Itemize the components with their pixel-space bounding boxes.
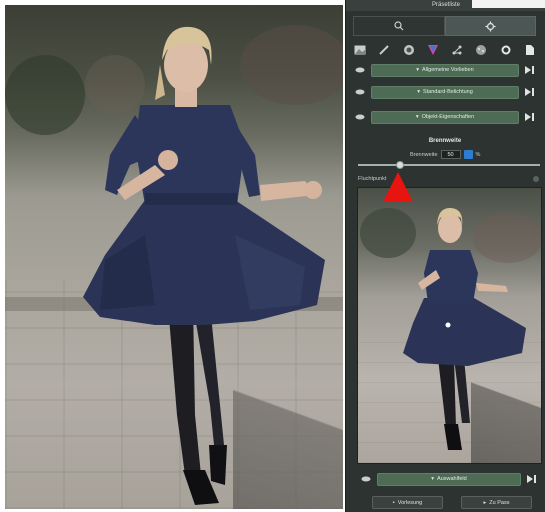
slider-thumb[interactable] [396, 161, 404, 169]
preview-button[interactable]: ▪ Vorlesung [372, 496, 443, 509]
woman-figure [5, 25, 343, 505]
chevron-down-icon: ▾ [417, 89, 420, 95]
toggle-icon[interactable] [519, 109, 541, 125]
selection-pill[interactable]: ▾ Auswahlfeld [377, 472, 521, 486]
settings-icon [501, 45, 511, 55]
arrow-icon: ▸ [483, 499, 487, 506]
main-photo [5, 5, 343, 509]
tab-search[interactable] [353, 16, 445, 36]
search-icon [394, 21, 404, 31]
eye-icon[interactable] [349, 84, 371, 100]
image-icon [354, 45, 366, 55]
chevron-down-icon: ▾ [416, 67, 420, 73]
focal-length-label: Brennweite [410, 151, 438, 158]
gear-icon [485, 20, 496, 32]
tool-texture[interactable] [472, 41, 490, 59]
toggle-icon[interactable] [519, 62, 541, 78]
adjustment-pill-1[interactable]: ▾ Allgemeine Vorlieben [371, 63, 519, 77]
toggle-icon[interactable] [521, 475, 543, 483]
tool-radial[interactable] [400, 41, 418, 59]
unit-label: % [475, 151, 481, 158]
texture-icon [476, 45, 487, 55]
tool-settings[interactable] [497, 41, 515, 59]
adjustment-row-2[interactable]: ▾ Standard-Belichtung [349, 84, 541, 100]
tab-settings[interactable] [444, 16, 536, 36]
eye-icon[interactable] [349, 62, 371, 78]
adjustment-row-1[interactable]: ▾ Allgemeine Vorlieben [349, 62, 541, 78]
eye-icon[interactable] [355, 476, 377, 482]
red-pointer-arrow [383, 172, 413, 202]
nodes-icon [452, 45, 462, 55]
window-corner [472, 0, 545, 8]
tool-strip [349, 40, 541, 60]
adjustment-pill-3[interactable]: ▾ Objekt-Eigenschaften [371, 110, 519, 124]
tool-document[interactable] [521, 41, 539, 59]
tool-color[interactable] [424, 41, 442, 59]
preview-image[interactable] [357, 187, 542, 464]
apply-button[interactable]: ▸ Zu Pass [461, 496, 532, 509]
selection-row[interactable]: ▾ Auswahlfeld [355, 471, 543, 487]
document-icon [525, 45, 534, 55]
collapse-icon[interactable] [532, 175, 540, 183]
slider-track [358, 164, 540, 166]
focal-length-control: Brennweite 50 % [410, 150, 480, 159]
tool-brush[interactable] [375, 41, 393, 59]
color-filter-icon [427, 45, 438, 55]
eye-icon[interactable] [349, 109, 371, 125]
toggle-icon[interactable] [519, 84, 541, 100]
section-title: Brennweite [428, 138, 462, 144]
link-toggle[interactable] [463, 150, 473, 159]
footer-buttons: ▪ Vorlesung ▸ Zu Pass [372, 496, 532, 509]
tool-image[interactable] [351, 41, 369, 59]
circle-gradient-icon [403, 45, 414, 55]
focal-length-input[interactable]: 50 [440, 150, 461, 159]
focal-length-slider[interactable] [358, 161, 540, 169]
chevron-down-icon: ▾ [415, 114, 419, 120]
tool-nodes[interactable] [448, 41, 466, 59]
chevron-down-icon: ▾ [431, 476, 435, 482]
brush-icon [379, 45, 389, 55]
preview-figure [360, 207, 541, 450]
panel-tabs [353, 16, 536, 36]
adjustment-pill-2[interactable]: ▾ Standard-Belichtung [371, 85, 519, 99]
adjustment-row-3[interactable]: ▾ Objekt-Eigenschaften [349, 109, 541, 125]
check-icon: ▪ [392, 499, 395, 506]
